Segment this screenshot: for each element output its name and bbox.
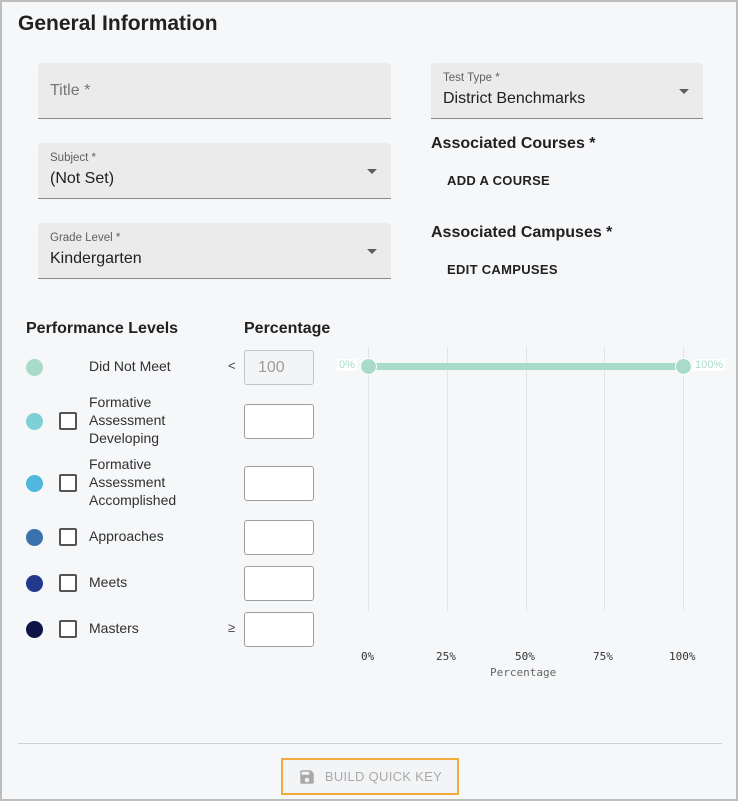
subject-select[interactable]: Subject * (Not Set) (38, 143, 391, 199)
build-quick-key-button[interactable]: BUILD QUICK KEY (281, 758, 459, 795)
range-end-label: 100% (693, 359, 726, 371)
title-placeholder: Title * (50, 82, 91, 99)
x-tick-label: 25% (436, 650, 456, 663)
range-end-handle[interactable] (675, 358, 692, 375)
percentage-heading: Percentage (244, 320, 331, 337)
associated-courses-heading: Associated Courses * (431, 135, 596, 152)
level-color-dot (26, 413, 43, 430)
add-course-button[interactable]: ADD A COURSE (447, 173, 550, 188)
footer-divider (18, 743, 722, 744)
percentage-input[interactable] (244, 566, 314, 601)
percentage-input: 100 (244, 350, 314, 385)
subject-value: (Not Set) (50, 170, 115, 187)
level-label: Formative Assessment Accomplished (89, 456, 177, 508)
x-tick-label: 100% (669, 650, 696, 663)
grid-line-100 (683, 347, 684, 611)
test-type-value: District Benchmarks (443, 90, 586, 107)
subject-label: Subject * (50, 152, 97, 164)
grid-line-25 (447, 347, 448, 611)
level-color-dot (26, 621, 43, 638)
grade-level-value: Kindergarten (50, 250, 142, 267)
level-checkbox[interactable] (59, 474, 77, 492)
x-axis-title: Percentage (490, 666, 557, 679)
x-tick-label: 50% (515, 650, 535, 663)
section-title: General Information (18, 12, 218, 35)
chevron-down-icon (367, 249, 377, 254)
level-checkbox[interactable] (59, 528, 77, 546)
level-label: Meets (89, 574, 128, 590)
grade-level-select[interactable]: Grade Level * Kindergarten (38, 223, 391, 279)
grade-level-label: Grade Level * (50, 232, 121, 244)
grid-line-50 (526, 347, 527, 611)
range-start-handle[interactable] (360, 358, 377, 375)
level-checkbox[interactable] (59, 412, 77, 430)
percentage-input[interactable] (244, 520, 314, 555)
save-icon (300, 769, 314, 784)
level-label: Approaches (89, 528, 164, 544)
level-label: Formative Assessment Developing (89, 394, 166, 446)
x-tick-label: 0% (361, 650, 375, 663)
x-tick-label: 75% (593, 650, 613, 663)
build-quick-key-label: BUILD QUICK KEY (324, 769, 443, 784)
range-start-label: 0% (337, 359, 357, 371)
edit-campuses-button[interactable]: EDIT CAMPUSES (447, 262, 558, 277)
level-color-dot (26, 475, 43, 492)
level-checkbox[interactable] (59, 620, 77, 638)
level-checkbox[interactable] (59, 574, 77, 592)
percentage-input[interactable] (244, 404, 314, 439)
level-color-dot (26, 529, 43, 546)
level-label: Did Not Meet (89, 358, 171, 374)
title-input[interactable]: Title * (38, 63, 391, 119)
range-bar-did-not-meet (368, 363, 683, 370)
grid-line-0 (368, 347, 369, 611)
performance-levels-heading: Performance Levels (26, 320, 179, 337)
percentage-input[interactable] (244, 466, 314, 501)
level-color-dot (26, 575, 43, 592)
associated-campuses-heading: Associated Campuses * (431, 224, 613, 241)
greater-equal-operator: ≥ (228, 620, 236, 635)
less-than-operator: < (228, 358, 236, 373)
test-type-label: Test Type * (443, 72, 500, 84)
level-label: Masters (89, 620, 139, 636)
chevron-down-icon (367, 169, 377, 174)
percentage-input[interactable] (244, 612, 314, 647)
level-color-dot (26, 359, 43, 376)
form-panel: General Information Title * Test Type * … (0, 0, 738, 801)
test-type-select[interactable]: Test Type * District Benchmarks (431, 63, 703, 119)
grid-line-75 (604, 347, 605, 611)
chevron-down-icon (679, 89, 689, 94)
